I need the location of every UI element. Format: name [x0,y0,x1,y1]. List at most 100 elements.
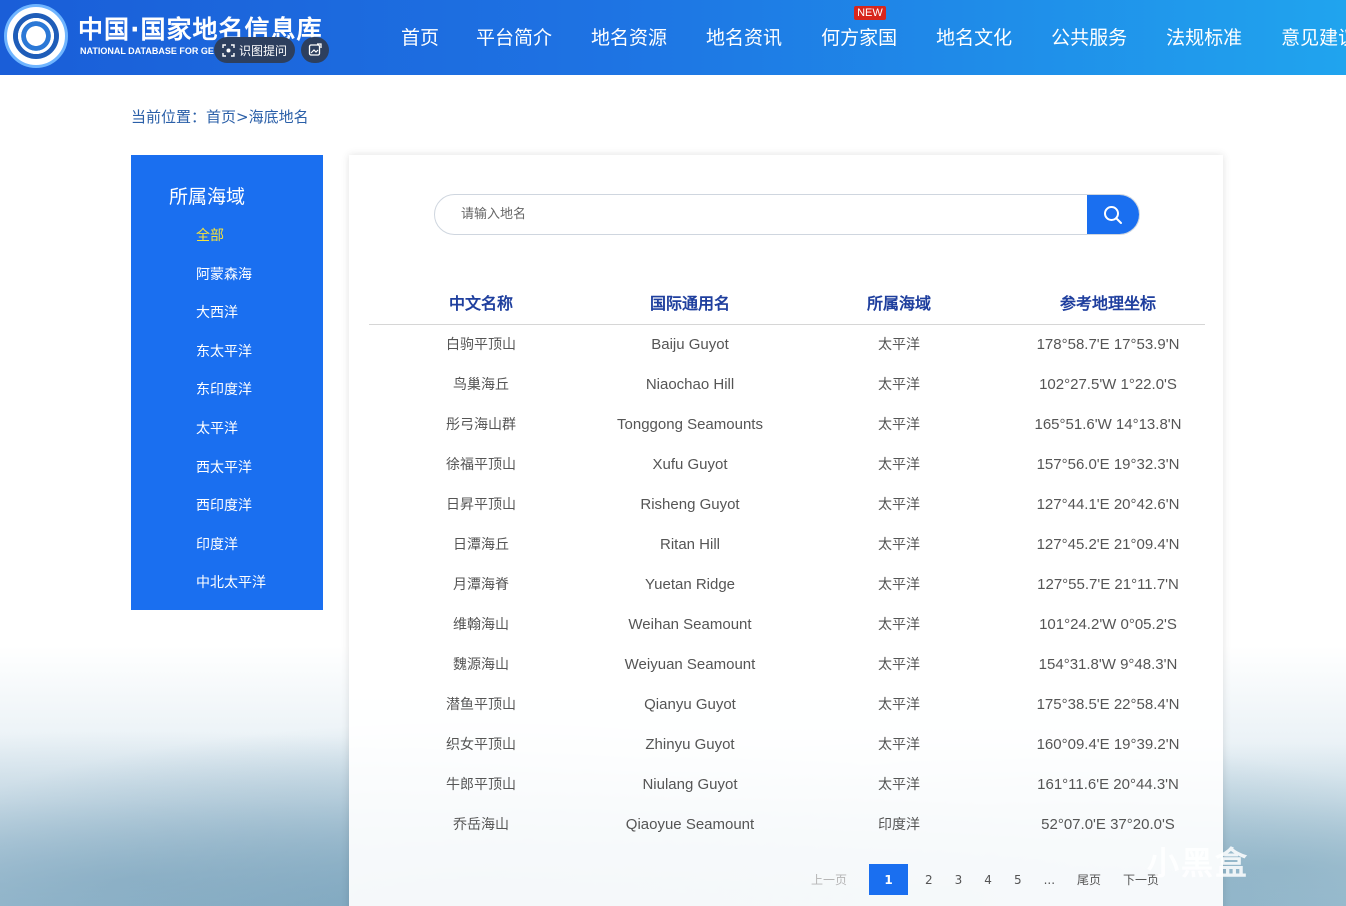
table-row[interactable]: 日潭海丘 Ritan Hill 太平洋 127°45.2'E 21°09.4'N [369,524,1205,564]
nav-item-resources[interactable]: 地名资源 [591,23,667,50]
table-row[interactable]: 白驹平顶山 Baiju Guyot 太平洋 178°58.7'E 17°53.9'N [369,324,1205,364]
nav-item-platform-intro[interactable]: 平台简介 [476,23,552,50]
cell-sea-area: 太平洋 [878,457,920,473]
nav-item-home[interactable]: 首页 [401,23,439,50]
column-header-international-name[interactable]: 国际通用名 [593,280,787,325]
cell-chinese-name[interactable]: 潜鱼平顶山 [369,684,593,724]
table-row[interactable]: 月潭海脊 Yuetan Ridge 太平洋 127°55.7'E 21°11.7'N [369,564,1205,604]
cell-coordinates: 127°55.7'E 21°11.7'N [1037,575,1179,593]
nav-item-public-service[interactable]: 公共服务 [1051,23,1127,50]
floating-tools: 识图提问 [214,37,330,65]
cell-coordinates: 102°27.5'W 1°22.0'S [1039,375,1177,393]
table-row[interactable]: 魏源海山 Weiyuan Seamount 太平洋 154°31.8'W 9°48.3… [369,644,1205,684]
cell-sea-area: 太平洋 [878,497,920,513]
table-row[interactable]: 潜鱼平顶山 Qianyu Guyot 太平洋 175°38.5'E 22°58.4'N [369,684,1205,724]
cell-international-name: Yuetan Ridge [644,575,736,593]
nav-item-culture[interactable]: 地名文化 [936,23,1012,50]
column-header-sea-area[interactable]: 所属海域 [787,280,1011,325]
sidebar-item-indian[interactable]: 印度洋 [196,536,266,575]
ocr-ask-button[interactable]: 识图提问 [214,37,296,63]
cell-chinese-name[interactable]: 月潭海脊 [369,564,593,604]
search-input[interactable] [435,195,1089,234]
sidebar-item-west-pacific[interactable]: 西太平洋 [196,459,266,498]
cell-coordinates: 165°51.6'W 14°13.8'N [1034,415,1182,433]
sidebar-item-amundsen-sea[interactable]: 阿蒙森海 [196,266,266,305]
pager-page-1[interactable]: 1 [869,864,909,895]
cell-chinese-name[interactable]: 牛郎平顶山 [369,764,593,804]
cell-chinese-name[interactable]: 彤弓海山群 [369,404,593,444]
site-header: 中国·国家地名信息库 NATIONAL DATABASE FOR GEOG 首页… [0,0,1346,75]
cell-sea-area: 太平洋 [878,657,920,673]
image-share-button[interactable] [301,37,330,63]
cell-chinese-name[interactable]: 维翰海山 [369,604,593,644]
breadcrumb: 当前位置：首页>海底地名 [131,106,309,127]
breadcrumb-home-link[interactable]: 首页 [206,108,236,126]
cell-chinese-name[interactable]: 日昇平顶山 [369,484,593,524]
image-share-icon [308,43,322,56]
table-row[interactable]: 织女平顶山 Zhinyu Guyot 太平洋 160°09.4'E 19°39.2'N [369,724,1205,764]
table-row[interactable]: 徐福平顶山 Xufu Guyot 太平洋 157°56.0'E 19°32.3'N [369,444,1205,484]
breadcrumb-separator: > [236,108,249,126]
sidebar-item-all[interactable]: 全部 [196,227,266,266]
breadcrumb-prefix: 当前位置： [131,108,207,126]
cell-international-name: Qiaoyue Seamount [625,815,755,833]
site-logo[interactable] [4,4,68,68]
table-row[interactable]: 彤弓海山群 Tonggong Seamounts 太平洋 165°51.6'W 14°… [369,404,1205,444]
cell-sea-area: 太平洋 [878,377,920,393]
pager-prev-button[interactable]: 上一页 [811,871,847,888]
breadcrumb-current: 海底地名 [248,108,309,126]
sidebar-item-east-indian[interactable]: 东印度洋 [196,381,266,420]
cell-chinese-name[interactable]: 白驹平顶山 [369,324,593,364]
cell-coordinates: 175°38.5'E 22°58.4'N [1036,695,1180,713]
pager-ellipsis: ... [1043,872,1056,887]
table-row[interactable]: 乔岳海山 Qiaoyue Seamount 印度洋 52°07.0'E 37°20.0… [369,804,1205,844]
nav-item-news[interactable]: 地名资讯 [706,23,782,50]
cell-sea-area: 印度洋 [878,817,920,833]
globe-emblem-icon [13,13,59,59]
cell-chinese-name[interactable]: 织女平顶山 [369,724,593,764]
table-row[interactable]: 牛郎平顶山 Niulang Guyot 太平洋 161°11.6'E 20°44.3'… [369,764,1205,804]
table-row[interactable]: 维翰海山 Weihan Seamount 太平洋 101°24.2'W 0°05.2'… [369,604,1205,644]
cell-coordinates: 101°24.2'W 0°05.2'S [1039,615,1177,633]
cell-international-name: Ritan Hill [659,535,720,553]
cell-chinese-name[interactable]: 鸟巢海丘 [369,364,593,404]
cell-chinese-name[interactable]: 徐福平顶山 [369,444,593,484]
pager-page-2[interactable]: 2 [925,873,933,887]
search-icon [1104,205,1122,224]
cell-sea-area: 太平洋 [878,617,920,633]
search-button[interactable] [1087,195,1139,234]
cell-international-name: Niaochao Hill [645,375,735,393]
sidebar-item-pacific[interactable]: 太平洋 [196,420,266,459]
cell-chinese-name[interactable]: 乔岳海山 [369,804,593,844]
nav-item-hefang-jiaguo[interactable]: 何方家国 NEW [821,6,897,50]
pagination: 上一页 1 2 3 4 5 ... 尾页 下一页 [811,864,1181,895]
cell-chinese-name[interactable]: 魏源海山 [369,644,593,684]
cell-coordinates: 127°45.2'E 21°09.4'N [1036,535,1180,553]
column-header-coordinates[interactable]: 参考地理坐标 [1011,280,1205,325]
sidebar-list: 全部 阿蒙森海 大西洋 东太平洋 东印度洋 太平洋 西太平洋 西印度洋 印度洋 … [196,227,266,613]
cell-coordinates: 154°31.8'W 9°48.3'N [1038,655,1178,673]
sidebar-item-east-pacific[interactable]: 东太平洋 [196,343,266,382]
sidebar-title: 所属海域 [169,186,246,208]
cell-sea-area: 太平洋 [878,777,920,793]
cell-coordinates: 160°09.4'E 19°39.2'N [1036,735,1180,753]
cell-international-name: Risheng Guyot [640,495,740,513]
pager-page-4[interactable]: 4 [984,873,992,887]
cell-coordinates: 161°11.6'E 20°44.3'N [1037,775,1179,793]
nav-item-regulations[interactable]: 法规标准 [1166,23,1242,50]
cell-chinese-name[interactable]: 日潭海丘 [369,524,593,564]
table-row[interactable]: 鸟巢海丘 Niaochao Hill 太平洋 102°27.5'W 1°22.0'S [369,364,1205,404]
column-header-chinese-name[interactable]: 中文名称 [369,280,593,325]
pager-last-button[interactable]: 尾页 [1077,871,1101,888]
pager-page-3[interactable]: 3 [955,873,963,887]
sidebar-item-north-central-pacific[interactable]: 中北太平洋 [196,574,266,613]
cell-international-name: Zhinyu Guyot [645,735,735,753]
table-row[interactable]: 日昇平顶山 Risheng Guyot 太平洋 127°44.1'E 20°42.6'… [369,484,1205,524]
search-box [434,194,1140,235]
nav-item-feedback[interactable]: 意见建议 [1281,23,1346,50]
pager-page-5[interactable]: 5 [1014,873,1022,887]
sidebar-item-atlantic[interactable]: 大西洋 [196,304,266,343]
sidebar-item-west-indian[interactable]: 西印度洋 [196,497,266,536]
site-subtitle: NATIONAL DATABASE FOR GEOG [80,46,228,56]
watermark-text: 小黑盒 [1147,844,1250,882]
